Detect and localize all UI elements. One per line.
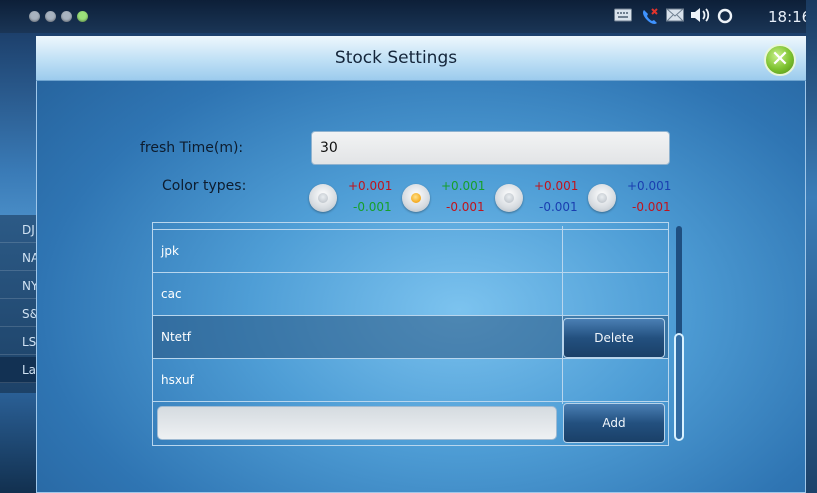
indicator-dot bbox=[77, 11, 88, 22]
missed-call-icon bbox=[640, 7, 660, 27]
mail-icon bbox=[665, 7, 685, 27]
delete-button[interactable]: Delete bbox=[563, 318, 665, 358]
color-type-radio-1[interactable] bbox=[309, 184, 337, 212]
background-list-item: DJ bbox=[0, 217, 36, 243]
color-type-1-up: +0.001 bbox=[348, 179, 393, 193]
scrollbar-thumb[interactable] bbox=[674, 333, 684, 441]
indicator-dot bbox=[29, 11, 40, 22]
status-time: 18:16 bbox=[768, 8, 812, 26]
background-list-item: NA bbox=[0, 245, 39, 271]
color-type-2-up: +0.001 bbox=[441, 179, 486, 193]
color-type-radio-3[interactable] bbox=[495, 184, 523, 212]
close-icon: ✕ bbox=[770, 47, 790, 72]
indicator-dot bbox=[61, 11, 72, 22]
add-stock-input[interactable] bbox=[157, 406, 557, 440]
background-right-edge bbox=[806, 0, 817, 493]
background-list-item: LS bbox=[0, 329, 36, 355]
stock-row-jpk[interactable]: jpk bbox=[153, 230, 668, 273]
stock-row-cac[interactable]: cac bbox=[153, 273, 668, 316]
stock-name: cac bbox=[161, 287, 182, 301]
fresh-time-label: fresh Time(m): bbox=[140, 140, 244, 156]
stock-row-hsxuf[interactable]: hsxuf bbox=[153, 359, 668, 402]
background-list-item: S& bbox=[0, 301, 39, 327]
indicator-dot bbox=[45, 11, 56, 22]
color-type-1-down: -0.001 bbox=[353, 200, 392, 214]
stock-name: Ntetf bbox=[161, 330, 191, 344]
list-top-edge bbox=[153, 223, 668, 230]
background-list: DJ NA NY S& LS La bbox=[0, 215, 39, 393]
fresh-time-input[interactable]: 30 bbox=[311, 131, 670, 165]
color-type-radio-2[interactable] bbox=[402, 184, 430, 212]
color-type-3-down: -0.001 bbox=[539, 200, 578, 214]
add-button[interactable]: Add bbox=[563, 403, 665, 443]
sync-icon bbox=[715, 7, 735, 27]
background-list-item: La bbox=[0, 357, 36, 383]
color-type-3-up: +0.001 bbox=[534, 179, 579, 193]
column-divider bbox=[562, 226, 563, 404]
stock-name: jpk bbox=[161, 244, 179, 258]
color-type-4-down: -0.001 bbox=[632, 200, 671, 214]
dialog-title: Stock Settings bbox=[334, 48, 458, 68]
keyboard-icon bbox=[613, 7, 633, 27]
color-types-label: Color types: bbox=[162, 178, 247, 194]
color-type-radio-4[interactable] bbox=[588, 184, 616, 212]
background-list-item: NY bbox=[0, 273, 38, 299]
color-type-4-up: +0.001 bbox=[627, 179, 672, 193]
color-type-2-down: -0.001 bbox=[446, 200, 485, 214]
close-button[interactable]: ✕ bbox=[764, 44, 796, 76]
volume-icon bbox=[690, 7, 710, 27]
stock-name: hsxuf bbox=[161, 373, 194, 387]
status-bar: 18:16 bbox=[0, 0, 817, 33]
